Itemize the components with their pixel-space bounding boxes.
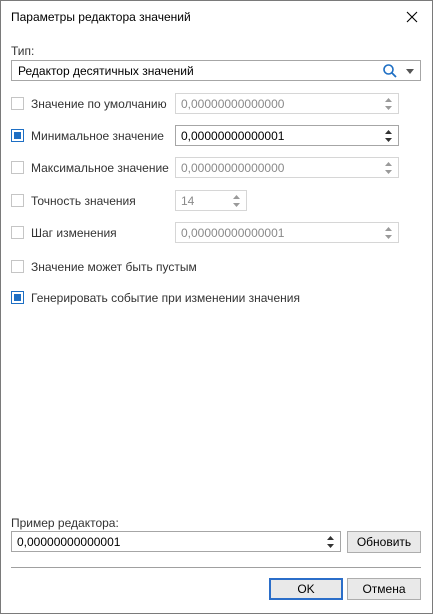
dialog-title: Параметры редактора значений bbox=[11, 10, 191, 24]
max-value-text: 0,00000000000000 bbox=[181, 161, 285, 175]
max-value-spinbox[interactable]: 0,00000000000000 bbox=[175, 157, 399, 178]
min-value-text: 0,00000000000001 bbox=[181, 129, 285, 143]
step-label: Шаг изменения bbox=[31, 226, 117, 240]
step-checkbox[interactable] bbox=[11, 226, 24, 239]
max-value-row: Максимальное значение 0,00000000000000 bbox=[11, 157, 421, 179]
precision-label: Точность значения bbox=[31, 194, 136, 208]
step-text: 0,00000000000001 bbox=[181, 226, 285, 240]
max-value-checkbox[interactable] bbox=[11, 161, 24, 174]
precision-spinbox[interactable]: 14 bbox=[175, 190, 247, 211]
precision-checkbox[interactable] bbox=[11, 194, 24, 207]
fire-event-row: Генерировать событие при изменении значе… bbox=[11, 287, 421, 309]
ok-button[interactable]: OK bbox=[269, 578, 343, 600]
allow-empty-label: Значение может быть пустым bbox=[31, 260, 197, 274]
separator bbox=[11, 567, 421, 568]
allow-empty-checkbox[interactable] bbox=[11, 260, 24, 273]
preview-spinbox[interactable]: 0,00000000000001 bbox=[11, 531, 341, 552]
fire-event-label: Генерировать событие при изменении значе… bbox=[31, 291, 300, 305]
min-value-checkbox[interactable] bbox=[11, 129, 24, 142]
search-icon[interactable] bbox=[382, 63, 398, 79]
precision-row: Точность значения 14 bbox=[11, 190, 421, 212]
type-label: Тип: bbox=[11, 44, 35, 58]
allow-empty-row: Значение может быть пустым bbox=[11, 256, 421, 278]
chevron-down-icon[interactable] bbox=[406, 69, 414, 74]
step-spinbox[interactable]: 0,00000000000001 bbox=[175, 222, 399, 243]
refresh-button[interactable]: Обновить bbox=[347, 531, 421, 553]
min-value-row: Минимальное значение 0,00000000000001 bbox=[11, 125, 421, 147]
min-value-spinbox[interactable]: 0,00000000000001 bbox=[175, 125, 399, 146]
close-button[interactable] bbox=[398, 3, 426, 31]
type-combobox[interactable]: Редактор десятичных значений bbox=[11, 60, 421, 81]
default-value-spinbox[interactable]: 0,00000000000000 bbox=[175, 93, 399, 114]
min-value-label: Минимальное значение bbox=[31, 129, 164, 143]
type-value: Редактор десятичных значений bbox=[18, 64, 194, 78]
cancel-button[interactable]: Отмена bbox=[347, 578, 421, 600]
default-value-text: 0,00000000000000 bbox=[181, 97, 285, 111]
spin-arrows-icon[interactable] bbox=[385, 129, 392, 143]
step-row: Шаг изменения 0,00000000000001 bbox=[11, 222, 421, 244]
default-value-checkbox[interactable] bbox=[11, 97, 24, 110]
spin-arrows-icon[interactable] bbox=[385, 226, 392, 240]
close-icon bbox=[406, 11, 418, 23]
spin-arrows-icon[interactable] bbox=[233, 194, 240, 208]
default-value-row: Значение по умолчанию 0,00000000000000 bbox=[11, 93, 421, 115]
preview-text: 0,00000000000001 bbox=[17, 535, 121, 549]
max-value-label: Максимальное значение bbox=[31, 161, 169, 175]
dialog-window: Параметры редактора значений Тип: Редакт… bbox=[0, 0, 433, 614]
default-value-label: Значение по умолчанию bbox=[31, 97, 167, 111]
preview-label: Пример редактора: bbox=[11, 516, 119, 530]
fire-event-checkbox[interactable] bbox=[11, 291, 24, 304]
precision-text: 14 bbox=[181, 194, 195, 208]
title-bar: Параметры редактора значений bbox=[1, 1, 432, 33]
spin-arrows-icon[interactable] bbox=[385, 161, 392, 175]
spin-arrows-icon[interactable] bbox=[327, 535, 334, 549]
spin-arrows-icon[interactable] bbox=[385, 97, 392, 111]
